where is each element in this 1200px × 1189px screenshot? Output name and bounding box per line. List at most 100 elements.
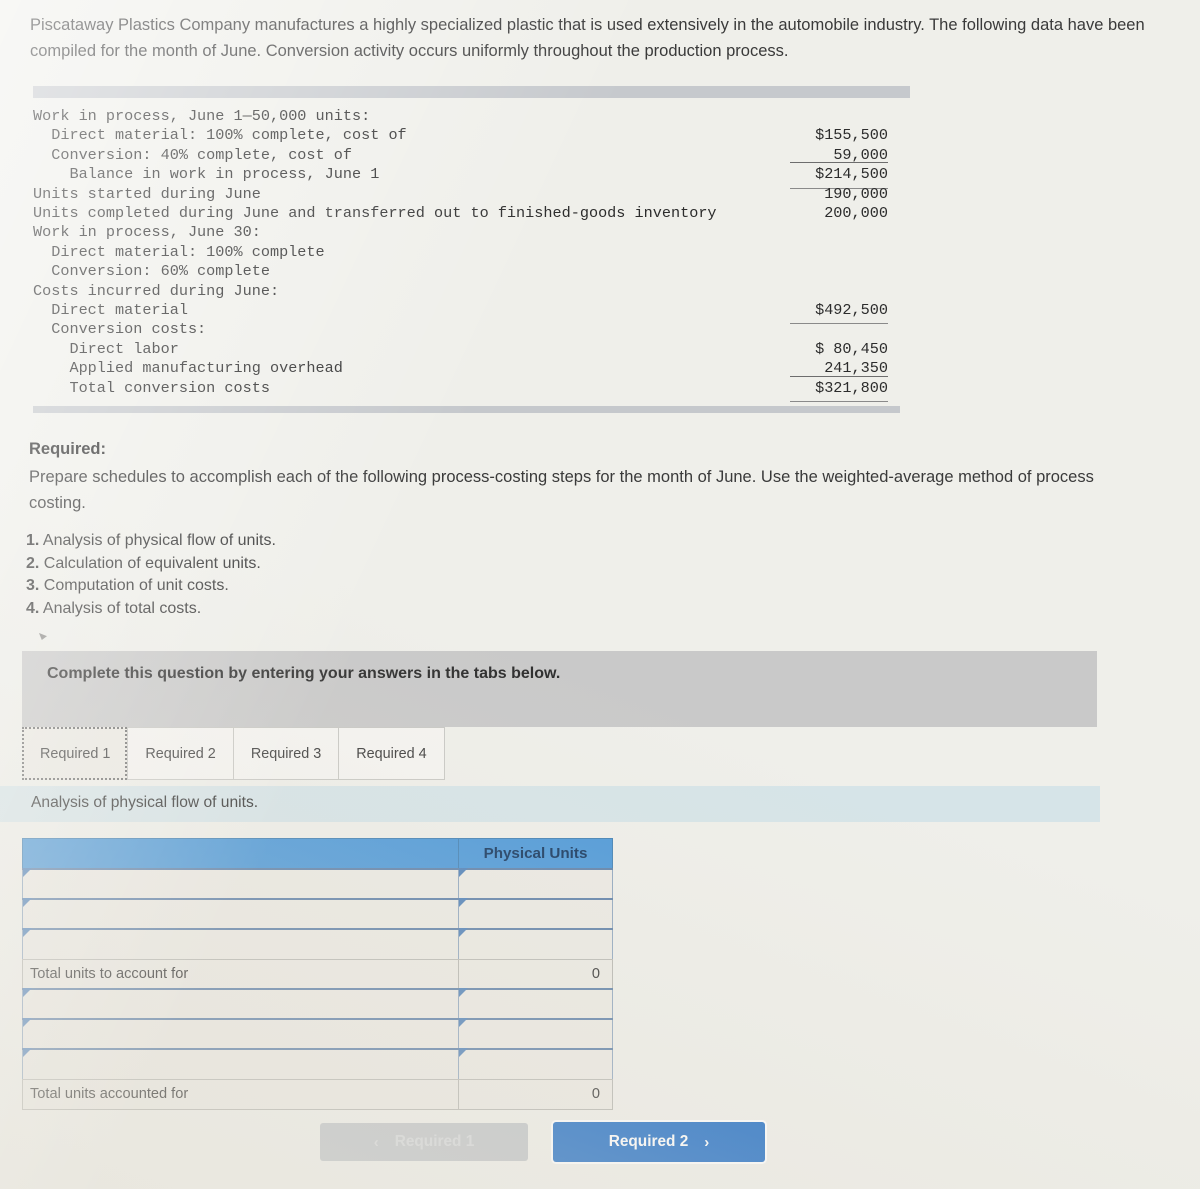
data-block-row-label: Direct material: 100% complete	[33, 242, 325, 261]
data-block-top-rule	[33, 86, 910, 98]
required-step-text: Calculation of equivalent units.	[39, 554, 261, 572]
row-label-input[interactable]	[22, 1048, 459, 1080]
data-block-row-label: Conversion costs:	[33, 320, 207, 339]
tab-required-2[interactable]: Required 2	[127, 727, 233, 780]
data-block-row: Applied manufacturing overhead 241,350	[33, 359, 910, 378]
table-input-row	[22, 1018, 613, 1050]
physical-units-total: 0	[458, 958, 613, 990]
section-title: Analysis of physical flow of units.	[31, 794, 259, 811]
mouse-cursor-artifact	[39, 633, 47, 640]
data-block-row: Direct labor $ 80,450	[33, 340, 910, 359]
data-block-row: Direct material $492,500	[33, 301, 910, 325]
required-step-text: Analysis of physical flow of units.	[39, 532, 276, 549]
row-label-input[interactable]	[22, 988, 459, 1020]
table-header-physical-units: Physical Units	[458, 838, 613, 870]
table-input-row	[22, 988, 613, 1020]
data-block-row-label: Conversion: 60% complete	[33, 262, 270, 281]
required-step: 1. Analysis of physical flow of units.	[26, 530, 276, 553]
row-label-input[interactable]	[22, 868, 459, 900]
data-block-row: Direct material: 100% complete	[33, 243, 910, 262]
data-block-bottom-rule	[33, 406, 900, 414]
required-step: 3. Computation of unit costs.	[26, 575, 276, 598]
data-block-row-value: $155,500	[815, 126, 888, 145]
table-input-row	[22, 898, 613, 930]
tab-required-3[interactable]: Required 3	[232, 727, 339, 780]
required-step: 4. Analysis of total costs.	[26, 598, 276, 621]
requirement-tabs: Required 1 Required 2 Required 3 Required 4	[22, 727, 445, 780]
previous-required-label: Required 1	[394, 1133, 475, 1150]
section-title-band: Analysis of physical flow of units.	[0, 786, 1100, 822]
tab-label: Required 1	[40, 745, 111, 762]
physical-units-input[interactable]	[458, 868, 613, 900]
data-block-row-value: 190,000	[824, 184, 888, 203]
data-block-row-value: $321,800	[778, 375, 910, 403]
tab-required-1[interactable]: Required 1	[22, 727, 128, 780]
tab-label: Required 4	[356, 745, 427, 762]
instruction-banner: Complete this question by entering your …	[22, 651, 1097, 727]
data-block-row: Conversion: 60% complete	[33, 262, 910, 281]
table-total-row: Total units to account for 0	[22, 958, 613, 990]
required-step: 2. Calculation of equivalent units.	[26, 553, 276, 576]
data-block-row-value: $ 80,450	[815, 339, 888, 358]
data-block-row-label: Units completed during June and transfer…	[33, 204, 717, 223]
required-step-number: 4.	[26, 599, 40, 617]
tab-label: Required 2	[145, 745, 216, 762]
data-block-row: Conversion costs:	[33, 320, 910, 339]
tab-label: Required 3	[250, 745, 322, 762]
required-step-number: 3.	[26, 577, 40, 595]
data-block-row-label: Work in process, June 30:	[33, 223, 261, 242]
physical-units-input[interactable]	[458, 928, 613, 960]
data-block-row: Units completed during June and transfer…	[33, 204, 910, 223]
tab-required-4[interactable]: Required 4	[338, 727, 445, 780]
row-label-input[interactable]	[22, 898, 459, 930]
data-block-row-label: Total conversion costs	[33, 378, 270, 397]
physical-units-input[interactable]	[458, 1018, 613, 1050]
physical-units-total: 0	[458, 1078, 613, 1110]
required-steps-list: 1. Analysis of physical flow of units. 2.…	[26, 530, 276, 620]
row-label-static: Total units accounted for	[22, 1078, 459, 1110]
table-total-row: Total units accounted for 0	[22, 1078, 613, 1110]
data-block-row-label: Direct material	[33, 301, 188, 320]
required-body-text: Prepare schedules to accomplish each of …	[29, 468, 1094, 512]
required-step-text: Analysis of total costs.	[39, 599, 202, 617]
row-label-static: Total units to account for	[22, 958, 459, 990]
data-block-row: Work in process, June 30:	[33, 223, 910, 242]
data-block-row: Work in process, June 1—50,000 units:	[33, 107, 910, 126]
data-block-row-label: Work in process, June 1—50,000 units:	[33, 107, 371, 125]
data-block-row-value: $492,500	[778, 301, 910, 325]
row-label-input[interactable]	[22, 1018, 459, 1050]
tab-navigation-footer: ‹ Required 1 Required 2 ›	[320, 1122, 765, 1162]
data-block-row: Balance in work in process, June 1 $214,5…	[33, 162, 910, 190]
data-block-row: Costs incurred during June:	[33, 282, 910, 301]
physical-units-input[interactable]	[458, 898, 613, 930]
instruction-banner-text: Complete this question by entering your …	[47, 665, 561, 682]
physical-flow-answer-table: Physical Units Total units to account fo…	[22, 838, 613, 1110]
problem-data-block: Work in process, June 1—50,000 units: Di…	[33, 86, 910, 414]
intro-paragraph: Piscataway Plastics Company manufactures…	[30, 16, 1145, 60]
data-block-row-label: Direct material: 100% complete, cost of	[33, 126, 407, 145]
physical-units-input[interactable]	[458, 988, 613, 1020]
next-required-button[interactable]: Required 2 ›	[553, 1122, 765, 1162]
data-block-row-label: Costs incurred during June:	[33, 281, 280, 300]
next-required-label: Required 2	[608, 1133, 689, 1150]
data-block-row: Total conversion costs $321,800	[33, 375, 910, 403]
data-block-row: Conversion: 40% complete, cost of 59,000	[33, 146, 910, 165]
table-input-row	[22, 868, 613, 900]
data-block-row-label: Applied manufacturing overhead	[33, 359, 343, 378]
chevron-left-icon: ‹	[373, 1133, 379, 1151]
data-block-row: Direct material: 100% complete, cost of $…	[33, 126, 910, 145]
data-block-row-label: Balance in work in process, June 1	[33, 165, 380, 184]
required-step-text: Computation of unit costs.	[39, 577, 229, 595]
table-header-row: Physical Units	[22, 838, 613, 870]
data-block-row-label: Direct labor	[33, 339, 179, 358]
physical-units-input[interactable]	[458, 1048, 613, 1080]
required-step-number: 2.	[26, 554, 40, 572]
table-input-row	[22, 928, 613, 960]
row-label-input[interactable]	[22, 928, 459, 960]
data-block-row-label: Units started during June	[33, 184, 261, 203]
table-header-label-column	[22, 838, 459, 870]
required-step-number: 1.	[26, 532, 40, 549]
data-block-rows: Work in process, June 1—50,000 units: Di…	[33, 98, 910, 403]
data-block-row-label: Conversion: 40% complete, cost of	[33, 145, 352, 164]
previous-required-button[interactable]: ‹ Required 1	[320, 1123, 528, 1161]
